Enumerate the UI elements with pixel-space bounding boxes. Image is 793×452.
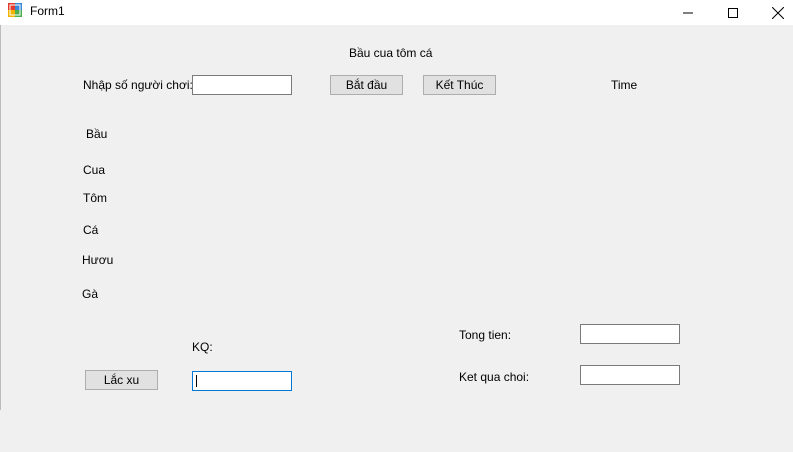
game-title-label: Bầu cua tôm cá [349, 46, 433, 60]
total-label: Tong tien: [459, 328, 512, 342]
text-caret [196, 375, 197, 387]
result-label: Ket qua choi: [459, 370, 530, 384]
close-button[interactable] [755, 0, 793, 25]
app-icon [8, 3, 22, 17]
animal-label-bau: Bầu [86, 127, 108, 141]
kq-input[interactable] [192, 371, 292, 391]
animal-label-huou: Hươu [82, 253, 114, 267]
end-button[interactable]: Kết Thúc [423, 75, 496, 95]
time-label: Time [611, 78, 638, 92]
title-bar[interactable]: Form1 [0, 0, 793, 25]
window-title: Form1 [30, 4, 65, 18]
maximize-icon [728, 7, 738, 18]
kq-label: KQ: [192, 340, 213, 354]
minimize-icon [683, 12, 693, 13]
window-left-border [0, 25, 1, 410]
start-button[interactable]: Bắt đầu [330, 75, 403, 95]
players-input[interactable] [192, 75, 292, 95]
total-input[interactable] [580, 324, 680, 344]
form-window: Form1 Bầu cua tôm cá Nhập số người chơi:… [0, 0, 793, 452]
minimize-button[interactable] [665, 0, 711, 25]
animal-label-cua: Cua [83, 163, 106, 177]
close-icon [772, 6, 784, 19]
players-label: Nhập số người chơi: [83, 78, 193, 92]
animal-label-ca: Cá [83, 223, 99, 237]
animal-label-ga: Gà [82, 287, 99, 301]
maximize-button[interactable] [710, 0, 756, 25]
animal-label-tom: Tôm [83, 191, 107, 205]
result-input[interactable] [580, 365, 680, 385]
shake-button[interactable]: Lắc xu [85, 370, 158, 390]
